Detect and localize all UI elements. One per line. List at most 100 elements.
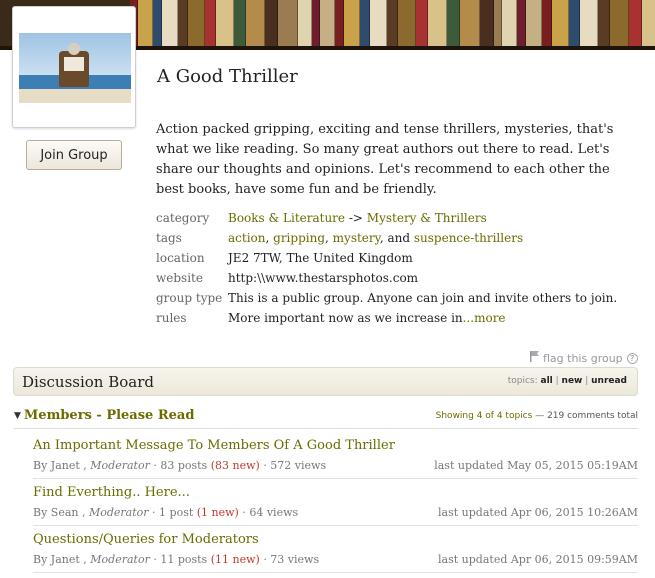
book-spine (360, 0, 370, 50)
book-spine (447, 0, 460, 50)
book-spine (398, 0, 416, 50)
book-spine (138, 0, 153, 50)
detail-row-category: category Books & Literature -> Mystery &… (156, 208, 638, 228)
flag-group-link[interactable]: flag this group ? (530, 351, 638, 365)
flag-label: flag this group (543, 351, 623, 365)
topic-row: Find Everthing.. Here... By Sean , Moder… (33, 477, 638, 523)
category-parent-link[interactable]: Books & Literature (228, 211, 345, 225)
detail-row-website: website http:\\www.thestarsphotos.com (156, 268, 638, 288)
book-spine (188, 0, 205, 50)
board-title: Discussion Board (22, 373, 155, 391)
detail-row-tags: tags action, gripping, mystery, and susp… (156, 228, 638, 248)
book-spine (320, 0, 335, 50)
folder-title[interactable]: ▼ Members - Please Read (14, 408, 194, 423)
collapse-arrow-icon[interactable]: ▼ (14, 411, 21, 421)
book-spine (629, 0, 642, 50)
book-spine (344, 0, 360, 50)
category-separator: -> (348, 211, 363, 225)
filter-unread[interactable]: unread (591, 376, 627, 386)
topic-title-link[interactable]: Questions/Queries for Moderators (33, 532, 259, 547)
topic-meta: By Janet , Moderator · 83 posts (83 new)… (33, 459, 327, 472)
detail-row-type: group type This is a public group. Anyon… (156, 288, 638, 308)
rules-more-link[interactable]: ...more (463, 311, 506, 325)
folder-summary: Showing 4 of 4 topics — 219 comments tot… (436, 411, 638, 421)
help-icon[interactable]: ? (626, 352, 638, 364)
book-spine (162, 0, 178, 50)
group-type-label: group type (156, 291, 223, 305)
location-value: JE2 7TW, The United Kingdom (228, 251, 413, 265)
topic-row: Questions/Queries for Moderators By Jane… (33, 524, 638, 570)
filter-all[interactable]: all (541, 376, 553, 386)
topic-last-updated: last updated Apr 06, 2015 10:26AM (438, 506, 638, 519)
topics-label: topics: (507, 376, 538, 386)
book-spine (370, 0, 387, 50)
rules-label: rules (156, 311, 187, 325)
book-spine (642, 0, 655, 50)
book-spine (335, 0, 344, 50)
topic-meta: By Sean , Moderator · 1 post (1 new) · 6… (33, 506, 299, 519)
rules-value: More important now as we increase in (228, 311, 463, 325)
tags-label: tags (156, 231, 182, 245)
tag-link[interactable]: action (228, 231, 266, 245)
group-details: category Books & Literature -> Mystery &… (156, 208, 638, 328)
topic-meta: By Janet , Moderator · 11 posts (11 new)… (33, 553, 320, 566)
topic-last-updated: last updated May 05, 2015 05:19AM (434, 459, 638, 472)
book-spine (216, 0, 234, 50)
tag-link[interactable]: mystery (333, 231, 380, 245)
tag-link[interactable]: suspence-thrillers (414, 231, 523, 245)
group-type-value: This is a public group. Anyone can join … (228, 291, 618, 305)
book-spine (494, 0, 502, 50)
book-spine (598, 0, 610, 50)
category-label: category (156, 211, 210, 225)
book-spine (460, 0, 480, 50)
book-spine (246, 0, 265, 50)
website-label: website (156, 271, 203, 285)
book-spine (387, 0, 398, 50)
book-spine (526, 0, 542, 50)
book-spine (480, 0, 494, 50)
book-spine (178, 0, 188, 50)
topic-row: An Important Message To Members Of A Goo… (33, 430, 638, 476)
comments-total: 219 comments total (547, 411, 638, 421)
book-spine (502, 0, 517, 50)
topic-title-link[interactable]: Find Everthing.. Here... (33, 485, 190, 500)
category-child-link[interactable]: Mystery & Thrillers (367, 211, 487, 225)
group-photo-card[interactable] (12, 6, 136, 128)
flag-icon (530, 351, 539, 365)
book-spine (153, 0, 162, 50)
detail-row-location: location JE2 7TW, The United Kingdom (156, 248, 638, 268)
divider (14, 428, 638, 429)
website-link[interactable]: http:\\www.thestarsphotos.com (228, 268, 418, 288)
join-group-button[interactable]: Join Group (26, 140, 122, 170)
book-spine (542, 0, 552, 50)
book-spine (234, 0, 246, 50)
book-spine (416, 0, 428, 50)
detail-row-rules: rules More important now as we increase … (156, 308, 638, 328)
showing-topics: Showing 4 of 4 topics (435, 411, 533, 421)
book-spine (278, 0, 298, 50)
group-description: Action packed gripping, exciting and ten… (156, 122, 614, 197)
book-spine (552, 0, 569, 50)
tag-link[interactable]: gripping (273, 231, 325, 245)
book-spine (580, 0, 598, 50)
book-spine (569, 0, 580, 50)
book-spine (205, 0, 216, 50)
discussion-board-header: Discussion Board topics: all | new | unr… (13, 367, 638, 396)
tags-and: and (387, 231, 411, 245)
topic-title-link[interactable]: An Important Message To Members Of A Goo… (33, 438, 395, 453)
book-spine (610, 0, 629, 50)
divider (33, 572, 638, 573)
location-label: location (156, 251, 205, 265)
book-spine (312, 0, 320, 50)
book-spine (428, 0, 447, 50)
filter-new[interactable]: new (562, 376, 583, 386)
group-photo (19, 33, 131, 103)
book-spine (298, 0, 312, 50)
folder-title-label: Members - Please Read (23, 408, 195, 423)
book-spine (265, 0, 278, 50)
topic-last-updated: last updated Apr 06, 2015 09:59AM (438, 553, 638, 566)
summary-dash: — (535, 411, 545, 421)
group-title: A Good Thriller (157, 66, 298, 87)
topic-filter: topics: all | new | unread (507, 376, 627, 386)
book-spine (517, 0, 526, 50)
